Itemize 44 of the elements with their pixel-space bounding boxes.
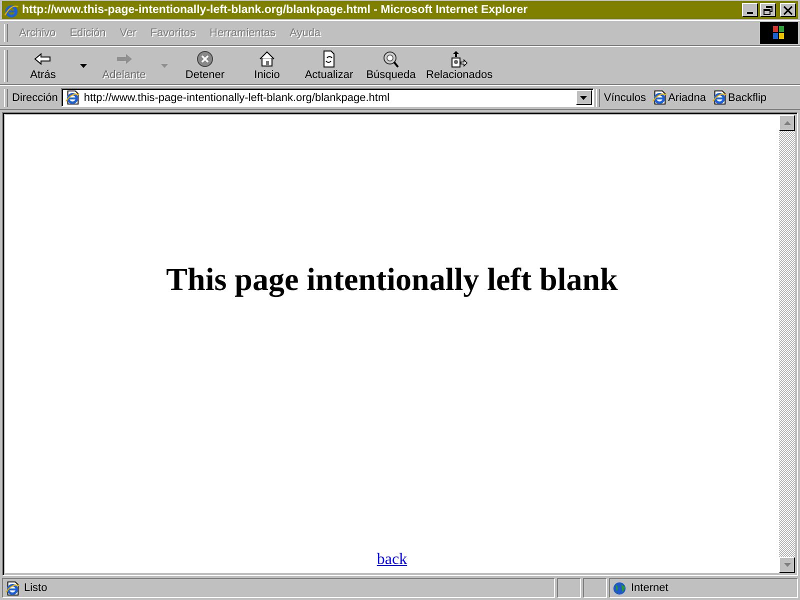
stop-icon [195, 50, 215, 68]
links-label: Vínculos [604, 92, 646, 104]
link-button[interactable]: Backflip [712, 90, 773, 105]
arrow-left-icon [33, 50, 53, 68]
page-icon [652, 90, 668, 105]
security-zone: Internet [631, 582, 668, 594]
status-text: Listo [24, 582, 48, 594]
minimize-button[interactable] [742, 3, 758, 17]
address-field[interactable]: http://www.this-page-intentionally-left-blank.org/blankpage.html [60, 88, 594, 107]
minimize-icon [747, 12, 753, 14]
dropdown-button[interactable] [576, 90, 592, 105]
status-pane [583, 578, 607, 598]
back-link[interactable]: back [376, 551, 408, 569]
status-pane [557, 578, 581, 598]
window-title: http://www.this-page-intentionally-left-blank.org/blankpage.html - Microsoft Internet Explorer [22, 4, 528, 16]
home-icon [257, 50, 277, 68]
toolbar-button[interactable]: Búsqueda [360, 50, 422, 81]
scroll-down-button[interactable] [779, 557, 795, 573]
toolbar-button[interactable]: Actualizar [298, 50, 360, 81]
dropdown-arrow-icon[interactable] [80, 64, 87, 68]
address-label: Dirección [12, 92, 58, 104]
toolbar-button[interactable]: Inicio [236, 50, 298, 81]
link-button[interactable]: Ariadna [652, 90, 712, 105]
page-icon [5, 580, 20, 596]
close-button[interactable] [780, 3, 796, 17]
page-heading: This page intentionally left blank [166, 261, 618, 298]
toolbar-button[interactable]: Relacionados [422, 50, 497, 81]
globe-icon [612, 580, 627, 596]
scrollbar[interactable] [779, 115, 795, 573]
page-icon [64, 90, 80, 105]
down-arrow-icon [784, 563, 790, 567]
restore-button[interactable] [760, 3, 776, 17]
restore-icon [763, 6, 773, 14]
toolbar-button[interactable]: Detener [174, 50, 236, 81]
related-icon [449, 50, 470, 68]
scroll-up-button[interactable] [779, 115, 795, 131]
page-icon [712, 90, 727, 105]
search-icon [381, 50, 401, 68]
caret-icon [580, 96, 588, 100]
close-icon [783, 6, 793, 14]
toolbar-button[interactable]: Atrás [12, 50, 74, 81]
up-arrow-icon [784, 121, 790, 125]
windows-logo [760, 22, 798, 44]
browser-icon [4, 2, 19, 18]
